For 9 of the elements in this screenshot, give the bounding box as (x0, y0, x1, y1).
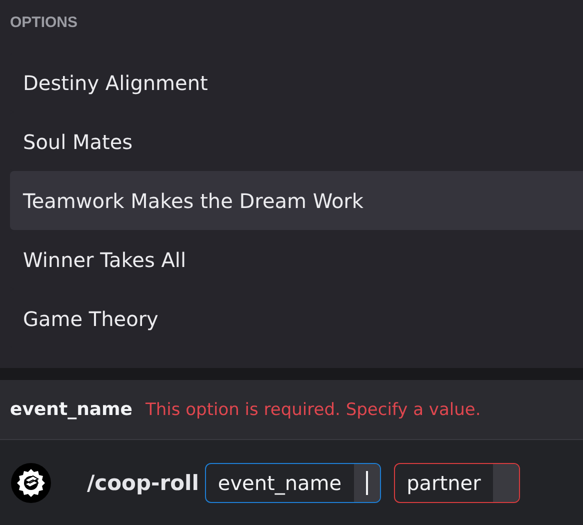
option-item[interactable]: Teamwork Makes the Dream Work (10, 171, 583, 230)
option-field[interactable]: partner (394, 462, 520, 502)
option-field[interactable]: event_name (204, 462, 381, 502)
command-name: /coop-roll (87, 470, 199, 494)
option-name: event_name (10, 399, 132, 420)
error-message: This option is required. Specify a value. (146, 400, 481, 420)
gear-icon (11, 462, 51, 502)
section-header: OPTIONS (10, 14, 78, 31)
text-cursor (366, 470, 368, 494)
